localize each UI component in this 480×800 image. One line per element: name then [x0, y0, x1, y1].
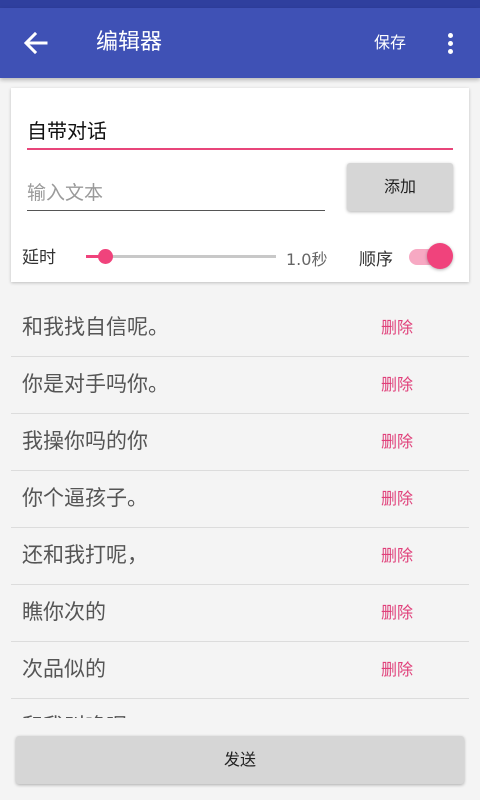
back-button[interactable] [18, 25, 54, 61]
editor-card: 添加 延时 1.0秒 顺序 [11, 88, 469, 282]
list-item-text: 我操你吗的你 [22, 429, 148, 453]
list-item[interactable]: 瞧你次的 删除 [11, 585, 469, 642]
delete-button[interactable]: 删除 [381, 316, 413, 340]
slider-thumb[interactable] [98, 249, 113, 264]
delay-slider[interactable] [86, 242, 276, 272]
list-item[interactable]: 你是对手吗你。 删除 [11, 357, 469, 414]
list-item-text: 次品似的 [22, 657, 106, 681]
send-button[interactable]: 发送 [16, 736, 464, 784]
list-item-text: 还和我打呢， [22, 543, 148, 567]
add-button[interactable]: 添加 [347, 163, 453, 211]
list-item[interactable]: 和我叫唤呢删除 [11, 699, 469, 718]
list-item[interactable]: 次品似的 删除 [11, 642, 469, 699]
delete-button[interactable]: 删除 [381, 544, 413, 568]
delete-button[interactable]: 删除 [381, 487, 413, 511]
list-item[interactable]: 和我找自信呢。 删除 [11, 300, 469, 357]
more-options-button[interactable] [438, 25, 462, 61]
list-item-text: 瞧你次的 [22, 600, 106, 624]
list-item-text: 和我找自信呢。 [22, 315, 169, 339]
delete-button[interactable]: 删除 [381, 658, 413, 682]
order-label: 顺序 [359, 250, 393, 270]
delete-button[interactable]: 删除 [381, 715, 413, 718]
arrow-back-icon [23, 31, 48, 55]
delay-label: 延时 [22, 248, 56, 268]
page-title: 编辑器 [96, 30, 163, 55]
text-input[interactable] [27, 176, 325, 211]
toggle-thumb [427, 243, 453, 269]
list-item-text: 你个逼孩子。 [22, 486, 148, 510]
slider-track [86, 255, 276, 258]
list-item[interactable]: 我操你吗的你 删除 [11, 414, 469, 471]
list-item[interactable]: 你个逼孩子。 删除 [11, 471, 469, 528]
app-bar: 编辑器 保存 [0, 8, 480, 78]
message-list[interactable]: 和我找自信呢。 删除 你是对手吗你。 删除 我操你吗的你 删除 你个逼孩子。 删除 还和我打呢，… [11, 300, 469, 718]
list-item-text: 你是对手吗你。 [22, 372, 169, 396]
more-vert-icon [448, 33, 453, 38]
order-toggle[interactable] [409, 242, 455, 272]
delete-button[interactable]: 删除 [381, 373, 413, 397]
save-button[interactable]: 保存 [366, 29, 414, 57]
delay-value: 1.0秒 [286, 250, 328, 269]
delete-button[interactable]: 删除 [381, 430, 413, 454]
delete-button[interactable]: 删除 [381, 601, 413, 625]
list-item-text: 和我叫唤呢 [22, 712, 127, 718]
dialog-name-input[interactable] [27, 112, 453, 150]
status-bar [0, 0, 480, 8]
list-item[interactable]: 还和我打呢， 删除 [11, 528, 469, 585]
